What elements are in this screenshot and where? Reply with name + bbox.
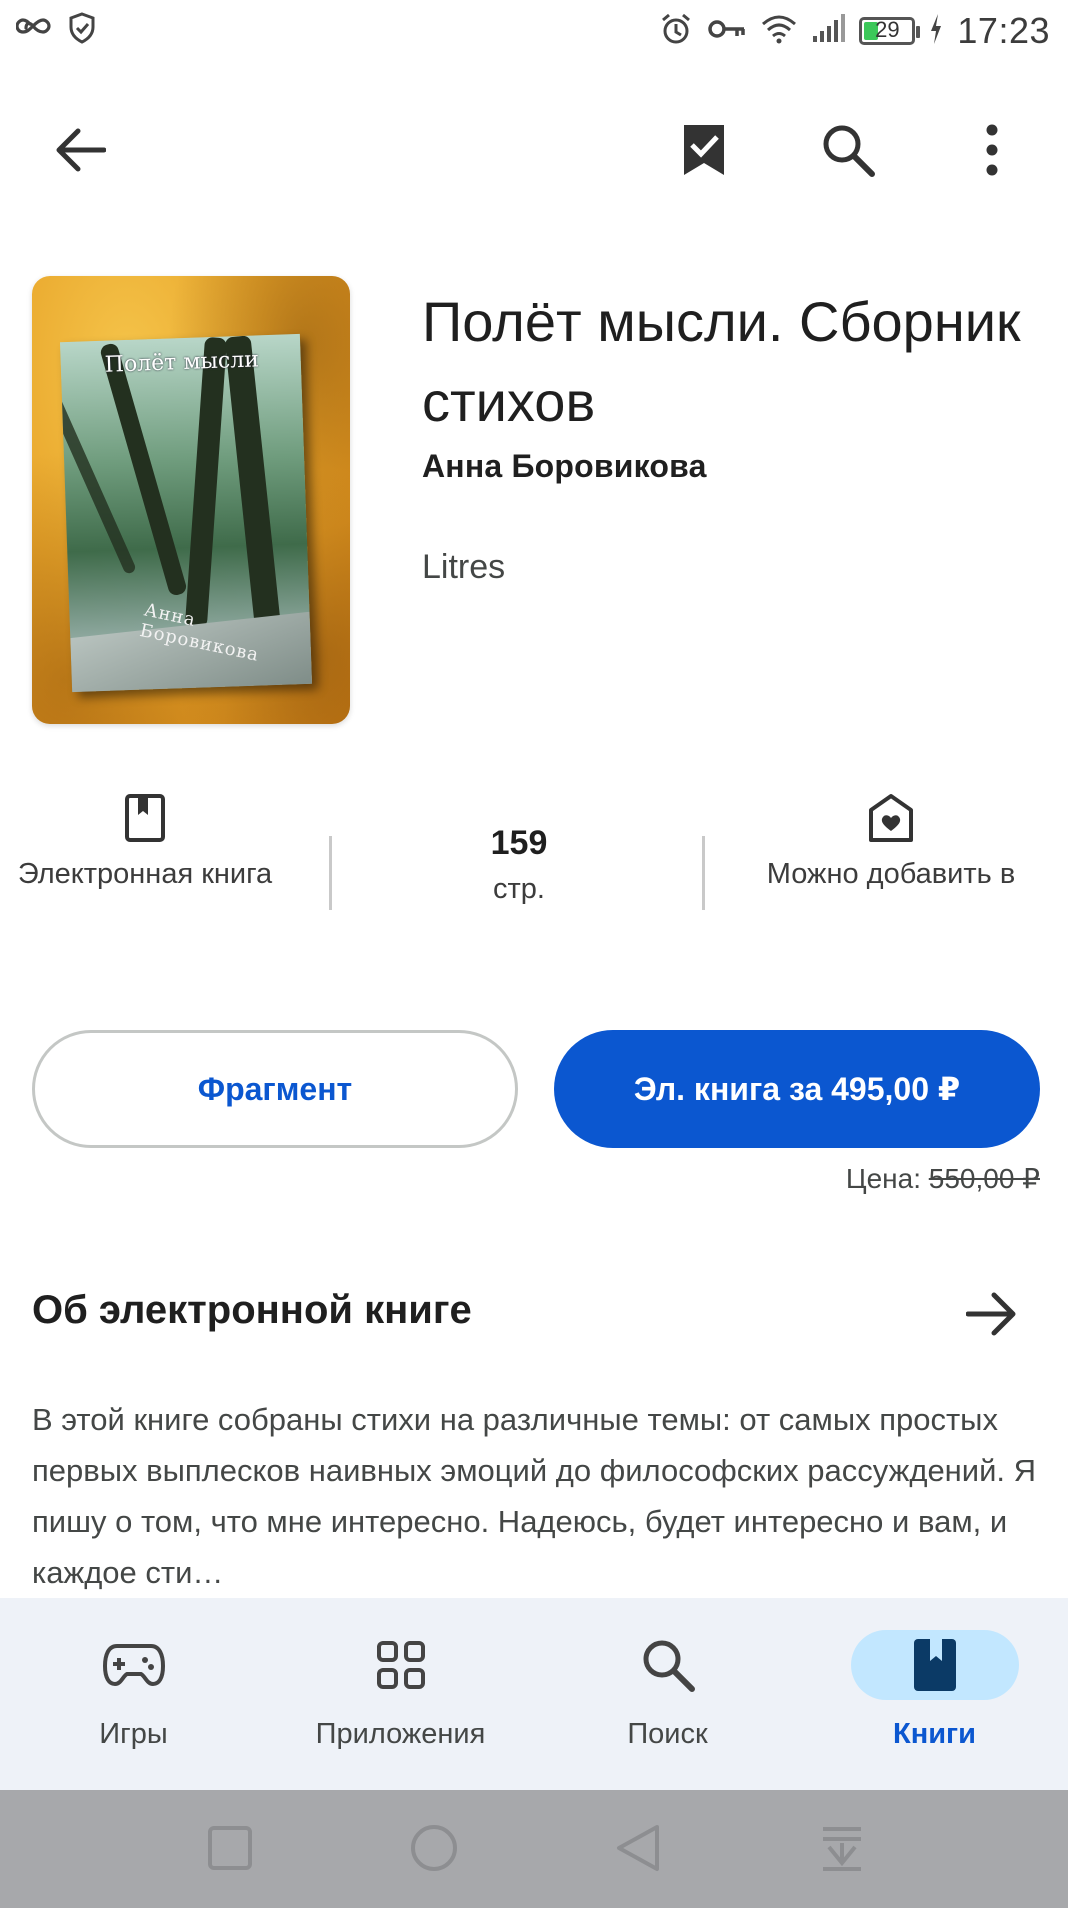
square-icon	[207, 1825, 253, 1876]
family-library-label: Можно добавить в	[766, 858, 1016, 890]
divider	[329, 836, 332, 910]
search-icon	[584, 1630, 752, 1700]
info-family-library[interactable]: Можно добавить в	[741, 790, 1041, 895]
battery-icon: 29	[859, 17, 921, 45]
format-label: Электронная книга	[17, 858, 273, 890]
status-left-icons	[15, 12, 96, 49]
old-price: 550,00 ₽	[928, 1163, 1040, 1194]
pull-down-icon	[819, 1823, 865, 1878]
circle-icon	[409, 1823, 459, 1878]
back-button[interactable]	[28, 100, 132, 204]
book-publisher: Litres	[422, 548, 506, 586]
pages-value: 159	[490, 824, 548, 862]
more-vert-icon	[984, 124, 1000, 181]
info-format: Электронная книга	[0, 790, 290, 895]
info-pages: 159 стр.	[369, 790, 669, 906]
nav-games[interactable]: Игры	[0, 1598, 267, 1790]
book-cover[interactable]: Полёт мысли Анна Боровикова	[32, 276, 350, 724]
book-info-row: Электронная книга 159 стр. Можно добавит…	[0, 790, 1068, 950]
nav-apps-label: Приложения	[315, 1718, 486, 1750]
shield-icon	[68, 12, 96, 49]
triangle-back-icon	[615, 1823, 661, 1878]
ebook-icon	[0, 790, 290, 846]
wishlist-button[interactable]	[652, 100, 756, 204]
pages-label: стр.	[493, 873, 545, 905]
back-nav-button[interactable]	[608, 1820, 668, 1880]
alarm-icon	[659, 12, 693, 51]
bottom-navigation: Игры Приложения Поиск Книги	[0, 1598, 1068, 1790]
nav-search-label: Поиск	[627, 1718, 708, 1750]
buy-button[interactable]: Эл. книга за 495,00 ₽	[554, 1030, 1040, 1148]
about-more-button[interactable]	[956, 1280, 1028, 1352]
cover-title: Полёт мысли	[104, 347, 260, 378]
back-arrow-icon	[54, 127, 107, 178]
apps-grid-icon	[317, 1630, 485, 1700]
wifi-icon	[761, 14, 797, 49]
nav-books-label: Книги	[893, 1718, 976, 1750]
recents-button[interactable]	[200, 1820, 260, 1880]
signal-icon	[811, 13, 846, 49]
home-button[interactable]	[404, 1820, 464, 1880]
arrow-forward-icon	[965, 1291, 1018, 1342]
charging-icon	[929, 13, 943, 49]
gamepad-icon	[50, 1630, 218, 1700]
sample-button[interactable]: Фрагмент	[32, 1030, 518, 1148]
price-row: Цена: 550,00 ₽	[846, 1162, 1040, 1195]
search-button[interactable]	[796, 100, 900, 204]
book-description: В этой книге собраны стихи на различные …	[32, 1402, 1037, 1590]
notifications-pulldown-button[interactable]	[812, 1820, 872, 1880]
search-icon	[820, 122, 876, 183]
nav-games-label: Игры	[99, 1718, 168, 1750]
book-cover-image: Полёт мысли Анна Боровикова	[59, 333, 313, 693]
bookmark-check-icon	[682, 123, 726, 182]
book-icon	[850, 1630, 1019, 1700]
infinity-icon	[15, 15, 54, 46]
nav-apps[interactable]: Приложения	[267, 1598, 534, 1790]
nav-books[interactable]: Книги	[801, 1598, 1068, 1790]
family-library-icon	[741, 790, 1041, 846]
more-options-button[interactable]	[940, 100, 1044, 204]
status-right-icons: 29 17:23	[659, 10, 1050, 52]
book-title: Полёт мысли. Сборник стихов	[422, 290, 1021, 433]
status-time: 17:23	[957, 10, 1050, 51]
key-icon	[707, 16, 747, 47]
nav-search[interactable]: Поиск	[534, 1598, 801, 1790]
book-author-link[interactable]: Анна Боровикова	[422, 448, 707, 485]
system-navigation-bar	[0, 1790, 1068, 1908]
status-bar: 29 17:23	[0, 0, 1068, 64]
battery-level: 29	[875, 17, 900, 42]
divider	[702, 836, 705, 910]
app-bar	[0, 100, 1068, 204]
price-prefix: Цена:	[845, 1163, 921, 1194]
about-section-title[interactable]: Об электронной книге	[32, 1288, 472, 1333]
